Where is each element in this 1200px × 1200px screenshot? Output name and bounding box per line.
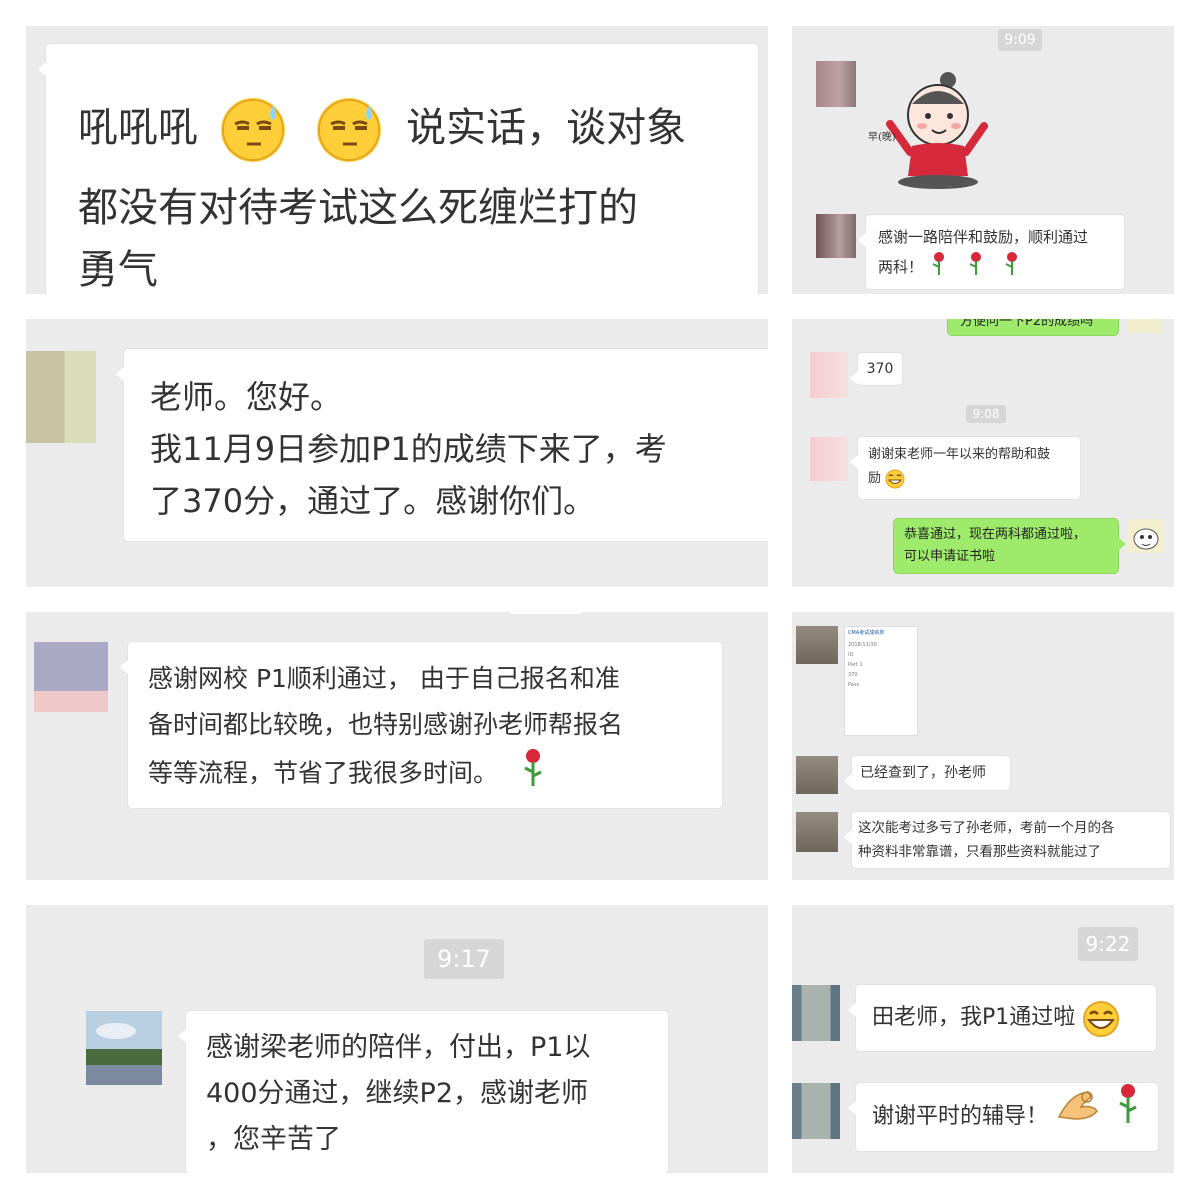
timestamp: 9:08 bbox=[966, 405, 1006, 423]
avatar[interactable] bbox=[1128, 319, 1162, 333]
message-bubble[interactable]: 这次能考过多亏了孙老师，考前一个月的各 种资料非常靠谱，只看那些资料就能过了 bbox=[844, 812, 1170, 868]
avatar[interactable] bbox=[26, 351, 96, 443]
ok-hand-icon bbox=[1055, 1083, 1101, 1151]
message-bubble[interactable]: 370 bbox=[850, 353, 902, 385]
timestamp: 9:17 bbox=[424, 939, 504, 979]
rose-icon bbox=[520, 748, 546, 801]
message-line: 感谢梁老师的陪伴，付出，P1以 bbox=[206, 1032, 591, 1063]
message-line: 都没有对待考试这么死缠烂打的 bbox=[78, 185, 638, 231]
report-row: 370 bbox=[848, 672, 858, 678]
avatar[interactable] bbox=[796, 626, 838, 664]
avatar[interactable] bbox=[816, 61, 856, 107]
report-row: 2018/11/30 bbox=[848, 642, 877, 648]
report-row: Pass bbox=[848, 682, 860, 688]
message-line: 可以申请证书啦 bbox=[904, 549, 996, 564]
message-line: 勇气 bbox=[78, 247, 158, 293]
message-line: 这次能考过多亏了孙老师，考前一个月的各 bbox=[858, 820, 1115, 836]
message-bubble[interactable]: 已经查到了，孙老师 bbox=[844, 756, 1010, 790]
sweat-smirk-emoji-icon bbox=[220, 98, 285, 162]
message-line: 400分通过，继续P2，感谢老师 bbox=[206, 1078, 588, 1109]
rose-icon bbox=[928, 251, 950, 284]
timestamp: 9:09 bbox=[998, 29, 1042, 51]
message-bubble[interactable]: 感谢梁老师的陪伴，付出，P1以 400分通过，继续P2，感谢老师 ，您辛苦了 bbox=[178, 1011, 668, 1173]
message-line: 已经查到了，孙老师 bbox=[860, 765, 986, 781]
message-line: 等等流程，节省了我很多时间。 bbox=[148, 748, 623, 801]
chat-panel-6: CMA考试成绩单 2018/11/30 ID Part 1 370 Pass 已… bbox=[792, 612, 1174, 880]
message-line: 方便问一下P2的成绩吗 bbox=[960, 319, 1094, 329]
message-line: 感谢网校 P1顺利通过， 由于自己报名和准 bbox=[148, 664, 620, 693]
message-line: 两科！ bbox=[878, 251, 1112, 284]
avatar[interactable] bbox=[792, 985, 840, 1041]
message-line: 备时间都比较晚，也特别感谢孙老师帮报名 bbox=[148, 710, 624, 739]
message-bubble[interactable]: 谢谢平时的辅导！ bbox=[848, 1083, 1158, 1151]
message-line: 感谢一路陪伴和鼓励，顺利通过 bbox=[878, 228, 1089, 246]
message-line: 励 bbox=[868, 467, 1070, 491]
avatar[interactable] bbox=[816, 214, 856, 258]
message-bubble[interactable]: 吼吼吼 说实话，谈对象 都没有对待考试这么死缠烂打的 勇气 bbox=[38, 44, 758, 294]
avatar[interactable] bbox=[796, 812, 838, 852]
message-line: 恭喜通过，现在两科都通过啦， bbox=[904, 527, 1087, 542]
sweat-smirk-emoji-icon bbox=[317, 98, 382, 162]
message-bubble[interactable]: 恭喜通过，现在两科都通过啦， 可以申请证书啦 bbox=[894, 519, 1126, 573]
avatar[interactable] bbox=[810, 352, 848, 398]
report-row: Part 1 bbox=[848, 662, 863, 668]
message-line: 田老师，我P1通过啦 bbox=[856, 1001, 1120, 1037]
chat-panel-5: 感谢网校 P1顺利通过， 由于自己报名和准 备时间都比较晚，也特别感谢孙老师帮报… bbox=[26, 612, 768, 880]
message-line: ，您辛苦了 bbox=[206, 1124, 341, 1155]
divider bbox=[510, 612, 582, 614]
message-line: 谢谢束老师一年以来的帮助和鼓 bbox=[868, 447, 1051, 462]
report-title: CMA考试成绩单 bbox=[848, 630, 885, 636]
chat-panel-8: 9:22 田老师，我P1通过啦 谢谢平时的辅导！ bbox=[792, 905, 1174, 1173]
avatar[interactable] bbox=[1128, 519, 1164, 553]
sticker[interactable]: 早(晚) bbox=[868, 70, 988, 190]
avatar[interactable] bbox=[792, 1083, 840, 1139]
message-bubble[interactable]: 感谢一路陪伴和鼓励，顺利通过 两科！ bbox=[858, 215, 1124, 289]
grin-emoji-icon bbox=[885, 469, 905, 489]
message-line: 370 bbox=[866, 361, 894, 377]
sticker-caption: 早(晚) bbox=[868, 132, 896, 143]
chat-panel-3: 老师。您好。 我11月9日参加P1的成绩下来了，考 了370分，通过了。感谢你们… bbox=[26, 319, 768, 587]
message-line: 老师。您好。 bbox=[150, 378, 343, 416]
chat-panel-1: 吼吼吼 说实话，谈对象 都没有对待考试这么死缠烂打的 勇气 bbox=[26, 26, 768, 294]
avatar[interactable] bbox=[796, 756, 838, 794]
rose-icon bbox=[1001, 251, 1023, 284]
message-line: 我11月9日参加P1的成绩下来了，考 bbox=[150, 430, 667, 468]
avatar[interactable] bbox=[810, 437, 848, 481]
avatar[interactable] bbox=[86, 1011, 162, 1085]
report-row: ID bbox=[848, 652, 854, 658]
message-bubble[interactable]: 老师。您好。 我11月9日参加P1的成绩下来了，考 了370分，通过了。感谢你们… bbox=[116, 349, 768, 541]
message-line: 了370分，通过了。感谢你们。 bbox=[150, 482, 596, 520]
timestamp: 9:22 bbox=[1078, 927, 1138, 961]
chat-panel-2: 9:09 早(晚) 感谢一路陪伴和鼓励，顺利通过 两科！ bbox=[792, 26, 1174, 294]
avatar[interactable] bbox=[34, 642, 108, 712]
message-line: 吼吼吼 说实话，谈对象 bbox=[78, 88, 686, 168]
message-bubble[interactable]: 田老师，我P1通过啦 bbox=[848, 985, 1156, 1051]
message-bubble-partial[interactable]: 方便问一下P2的成绩吗 bbox=[948, 319, 1118, 335]
message-line: 种资料非常靠谱，只看那些资料就能过了 bbox=[858, 844, 1101, 860]
chat-panel-4: 方便问一下P2的成绩吗 370 9:08 谢谢束老师一年以来的帮助和鼓 励 恭喜… bbox=[792, 319, 1174, 587]
score-report-image[interactable]: CMA考试成绩单 2018/11/30 ID Part 1 370 Pass bbox=[844, 626, 918, 736]
grin-emoji-icon bbox=[1082, 999, 1120, 1037]
chat-panel-7: 9:17 感谢梁老师的陪伴，付出，P1以 400分通过，继续P2，感谢老师 ，您… bbox=[26, 905, 768, 1173]
message-bubble[interactable]: 感谢网校 P1顺利通过， 由于自己报名和准 备时间都比较晚，也特别感谢孙老师帮报… bbox=[120, 642, 722, 808]
message-bubble[interactable]: 谢谢束老师一年以来的帮助和鼓 励 bbox=[850, 437, 1080, 499]
rose-icon bbox=[1116, 1083, 1140, 1151]
rose-icon bbox=[965, 251, 987, 284]
message-line: 谢谢平时的辅导！ bbox=[856, 1084, 1140, 1129]
